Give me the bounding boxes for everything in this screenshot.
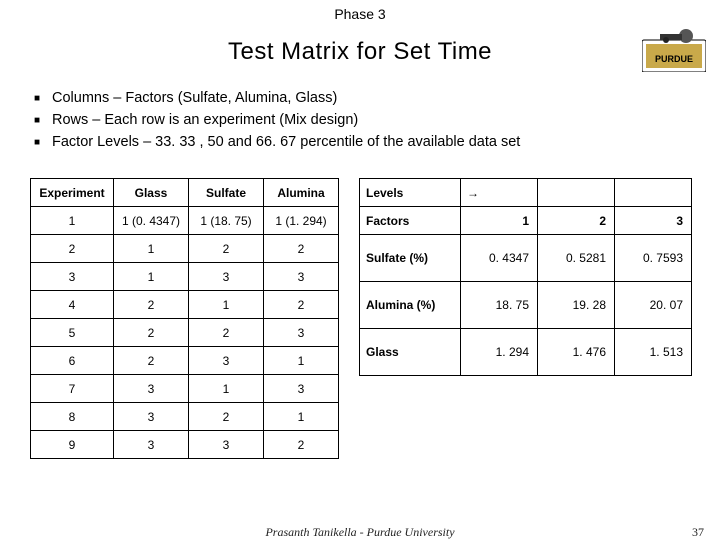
col-header: 3 <box>615 207 692 235</box>
col-header: 2 <box>538 207 615 235</box>
table-row: 11 (0. 4347)1 (18. 75)1 (1. 294) <box>31 207 339 235</box>
col-header: 1 <box>461 207 538 235</box>
col-header: Alumina <box>264 179 339 207</box>
table-row: Glass 1. 294 1. 476 1. 513 <box>360 329 692 376</box>
row-label: Glass <box>360 329 461 376</box>
bullet-list: Columns – Factors (Sulfate, Alumina, Gla… <box>34 90 720 150</box>
col-header: Sulfate <box>189 179 264 207</box>
bullet-item: Factor Levels – 33. 33 , 50 and 66. 67 p… <box>34 134 720 150</box>
page-title: Test Matrix for Set Time <box>0 38 720 66</box>
table-row: 7313 <box>31 375 339 403</box>
table-row: Levels → <box>360 179 692 207</box>
table-row: 5223 <box>31 319 339 347</box>
bullet-item: Rows – Each row is an experiment (Mix de… <box>34 112 720 128</box>
levels-label: Levels <box>360 179 461 207</box>
table-row: Sulfate (%) 0. 4347 0. 5281 0. 7593 <box>360 235 692 282</box>
table-row: Experiment Glass Sulfate Alumina <box>31 179 339 207</box>
page-number: 37 <box>692 525 704 540</box>
table-row: Factors 1 2 3 <box>360 207 692 235</box>
phase-label: Phase 3 <box>0 6 720 22</box>
purdue-logo: PURDUE <box>642 28 706 72</box>
svg-text:PURDUE: PURDUE <box>655 54 693 64</box>
footer-text: Prasanth Tanikella - Purdue University <box>0 525 720 540</box>
table-row: 6231 <box>31 347 339 375</box>
experiment-table: Experiment Glass Sulfate Alumina 11 (0. … <box>30 178 339 459</box>
levels-table: Levels → Factors 1 2 3 Sulfate (%) 0. 43… <box>359 178 692 376</box>
factors-label: Factors <box>360 207 461 235</box>
col-header: Experiment <box>31 179 114 207</box>
table-row: 8321 <box>31 403 339 431</box>
col-header: Glass <box>114 179 189 207</box>
table-row: 2122 <box>31 235 339 263</box>
arrow-icon: → <box>461 179 538 207</box>
bullet-item: Columns – Factors (Sulfate, Alumina, Gla… <box>34 90 720 106</box>
row-label: Alumina (%) <box>360 282 461 329</box>
table-row: 4212 <box>31 291 339 319</box>
table-row: 9332 <box>31 431 339 459</box>
table-row: Alumina (%) 18. 75 19. 28 20. 07 <box>360 282 692 329</box>
table-row: 3133 <box>31 263 339 291</box>
row-label: Sulfate (%) <box>360 235 461 282</box>
